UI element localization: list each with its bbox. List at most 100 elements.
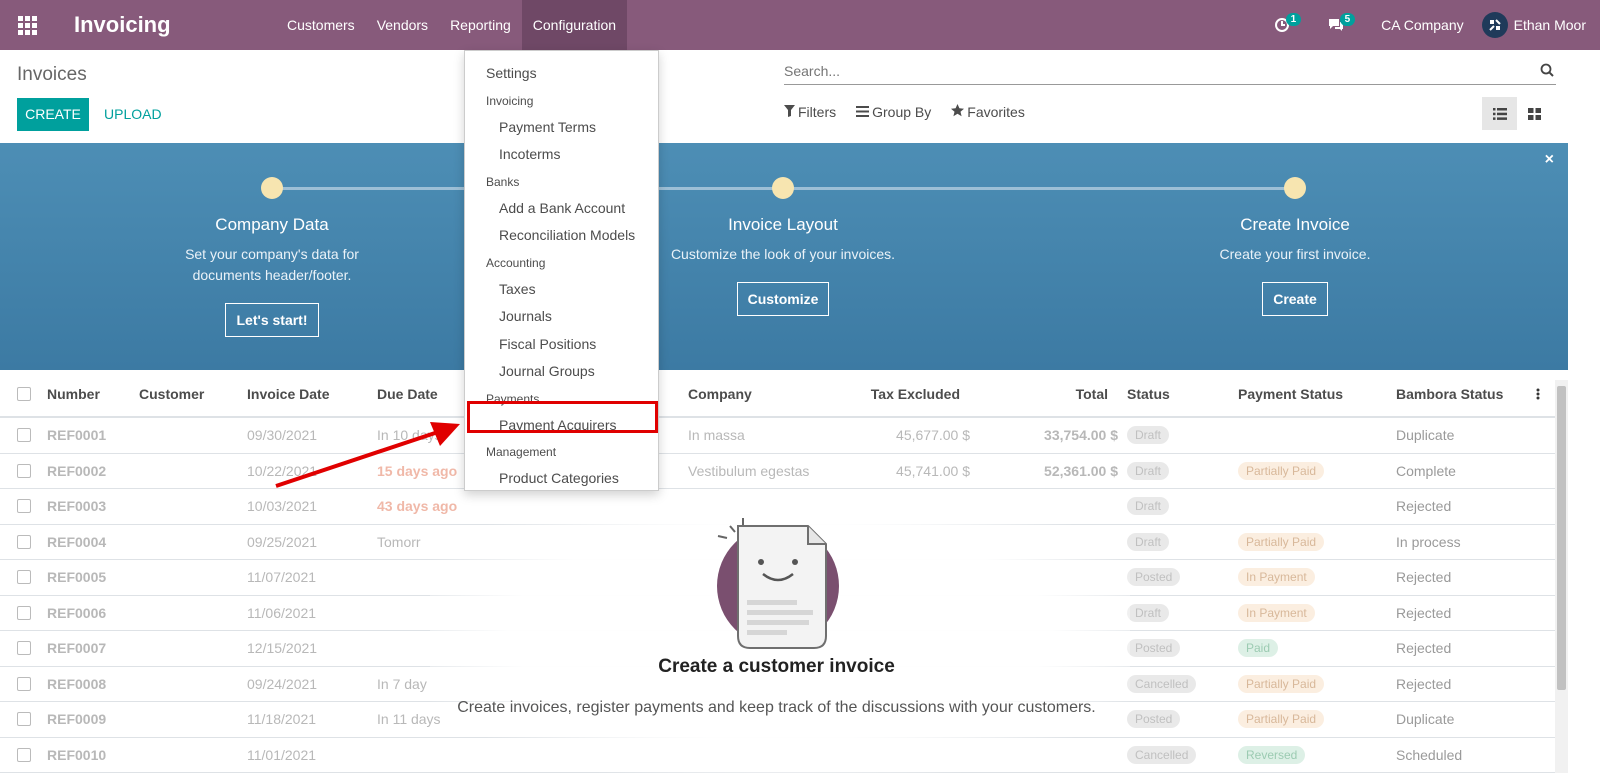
cell-number: REF0007	[47, 640, 107, 657]
step-dot	[772, 177, 794, 199]
messages-button[interactable]: 5	[1321, 0, 1356, 50]
row-checkbox[interactable]	[17, 596, 31, 631]
row-checkbox[interactable]	[17, 418, 31, 453]
menu-item-settings[interactable]: Settings	[465, 60, 658, 88]
create-invoice-button[interactable]: Create	[1262, 282, 1328, 316]
step-description: Set your company's data for documents he…	[185, 246, 359, 283]
cell-payment-status-badge: Partially Paid	[1238, 532, 1325, 551]
menu-item-add-bank-account[interactable]: Add a Bank Account	[465, 195, 658, 223]
menu-item-payment-terms[interactable]: Payment Terms	[465, 114, 658, 142]
company-switcher[interactable]: CA Company	[1363, 17, 1481, 33]
cell-bambora-status: In process	[1396, 533, 1461, 550]
cell-payment-status: Partially Paid	[1238, 667, 1325, 702]
cell-payment-status: Partially Paid	[1238, 454, 1325, 489]
row-checkbox[interactable]	[17, 560, 31, 595]
col-status[interactable]: Status	[1127, 372, 1170, 416]
scrollbar[interactable]	[1555, 380, 1568, 773]
favorites-dropdown[interactable]: Favorites	[951, 104, 1025, 120]
avatar	[1481, 12, 1508, 38]
row-checkbox[interactable]	[17, 489, 31, 524]
cell-due-date: In 7 day	[377, 675, 427, 692]
cell-status-badge: Draft	[1127, 497, 1170, 516]
menu-header-accounting: Accounting	[486, 255, 546, 270]
table-header: Number Customer Invoice Date Due Date Co…	[0, 372, 1555, 418]
cell-number: REF0005	[47, 569, 107, 586]
step-description: Customize the look of your invoices.	[670, 246, 896, 262]
onboarding-banner: Company Data Set your company's data for…	[0, 143, 1568, 370]
row-checkbox[interactable]	[17, 631, 31, 666]
search-input[interactable]	[784, 58, 1524, 84]
cell-tax-excluded: 45,677.00 $	[896, 427, 970, 444]
user-menu[interactable]: Ethan Moor	[1481, 12, 1586, 38]
row-checkbox[interactable]	[17, 454, 31, 489]
cell-status: Cancelled	[1127, 667, 1197, 702]
col-company[interactable]: Company	[688, 372, 752, 416]
cell-payment-status: Partially Paid	[1238, 525, 1325, 560]
col-customer[interactable]: Customer	[139, 372, 204, 416]
cell-status-badge: Posted	[1127, 710, 1181, 729]
close-icon[interactable]: ×	[1545, 151, 1554, 169]
cell-number: REF0003	[47, 498, 107, 515]
cell-company: In massa	[688, 427, 745, 444]
lets-start-button[interactable]: Let's start!	[225, 303, 319, 337]
cell-status-badge: Draft	[1127, 426, 1170, 445]
upload-button[interactable]: UPLOAD	[104, 98, 162, 131]
search-icon[interactable]	[1540, 63, 1554, 80]
menu-item-journals[interactable]: Journals	[465, 303, 658, 331]
menu-item-taxes[interactable]: Taxes	[465, 276, 658, 304]
cell-payment-status: In Payment	[1238, 596, 1315, 631]
col-invoice-date[interactable]: Invoice Date	[247, 372, 329, 416]
row-checkbox[interactable]	[17, 702, 31, 737]
row-checkbox[interactable]	[17, 525, 31, 560]
row-checkbox[interactable]	[17, 738, 31, 773]
list-view-button[interactable]	[1482, 97, 1517, 130]
row-checkbox[interactable]	[17, 667, 31, 702]
col-number[interactable]: Number	[47, 372, 100, 416]
menu-configuration[interactable]: Configuration	[521, 0, 628, 50]
col-bambora-status[interactable]: Bambora Status	[1396, 372, 1503, 416]
select-all-checkbox[interactable]	[17, 372, 31, 416]
table-row[interactable]: REF0002 10/22/2021 15 days ago Vestibulum e…	[0, 454, 1555, 489]
app-name[interactable]: Invoicing	[54, 12, 276, 38]
menu-item-reconciliation-models[interactable]: Reconciliation Models	[465, 222, 658, 250]
menu-item-incoterms[interactable]: Incoterms	[465, 141, 658, 169]
cell-payment-status-badge: Paid	[1238, 639, 1279, 658]
cell-invoice-date: 11/01/2021	[247, 746, 317, 763]
cell-due-date: Tomorr	[377, 533, 421, 550]
apps-menu-icon[interactable]	[0, 0, 54, 50]
search-options: Filters Group By Favorites	[784, 104, 1045, 120]
menu-vendors[interactable]: Vendors	[366, 0, 439, 50]
create-button[interactable]: CREATE	[17, 98, 89, 131]
kanban-view-button[interactable]	[1517, 97, 1552, 130]
menu-item-fiscal-positions[interactable]: Fiscal Positions	[465, 331, 658, 359]
page-title: Invoices	[17, 64, 87, 85]
col-payment-status[interactable]: Payment Status	[1238, 372, 1343, 416]
cell-status: Draft	[1127, 489, 1170, 524]
cell-status-badge: Draft	[1127, 532, 1170, 551]
helper-title: Create a customer invoice	[658, 656, 895, 677]
cell-status: Cancelled	[1127, 738, 1197, 773]
cell-number: REF0009	[47, 711, 107, 728]
filters-dropdown[interactable]: Filters	[784, 104, 836, 120]
col-due-date[interactable]: Due Date	[377, 372, 438, 416]
col-tax-excluded[interactable]: Tax Excluded	[840, 372, 960, 416]
cell-bambora-status: Duplicate	[1396, 427, 1455, 444]
cell-bambora-status: Rejected	[1396, 569, 1452, 586]
favorites-label: Favorites	[967, 104, 1025, 120]
activity-button[interactable]: 1	[1267, 0, 1302, 50]
col-total[interactable]: Total	[990, 372, 1108, 416]
groupby-dropdown[interactable]: Group By	[856, 104, 931, 120]
annotation-arrow-icon	[275, 422, 460, 488]
menu-reporting[interactable]: Reporting	[439, 0, 522, 50]
optional-columns-icon[interactable]	[1536, 372, 1540, 416]
cell-status: Draft	[1127, 418, 1170, 453]
customize-button[interactable]: Customize	[736, 282, 830, 316]
table-row[interactable]: REF0001 09/30/2021 In 10 days In massa 45,67…	[0, 418, 1555, 454]
top-navbar: Invoicing Customers Vendors Reporting Co…	[0, 0, 1600, 50]
list-icon	[1492, 107, 1507, 120]
menu-customers[interactable]: Customers	[276, 0, 366, 50]
menu-item-product-categories[interactable]: Product Categories	[465, 465, 658, 493]
scrollbar-thumb[interactable]	[1557, 386, 1566, 690]
menu-item-journal-groups[interactable]: Journal Groups	[465, 358, 658, 386]
cell-payment-status-badge: Partially Paid	[1238, 461, 1325, 480]
